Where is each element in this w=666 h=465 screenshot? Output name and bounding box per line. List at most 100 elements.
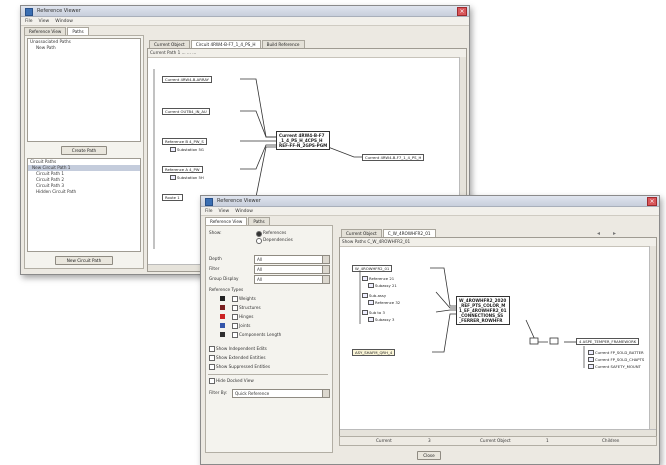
target-child[interactable]: Current FP_SOLD_BATTER [588,350,644,355]
checkbox[interactable] [209,364,215,370]
graph-subnode[interactable]: Reference 32 [368,300,400,305]
radio-label: Dependencies [263,237,293,242]
horizontal-scrollbar[interactable] [340,429,656,436]
target-node[interactable]: Current 4RW4-B-F7_1_4_PS_H [362,154,425,161]
graph-node[interactable]: Current 4RW4-B-ARRAY [162,76,213,83]
ref-type-label: Structures [239,305,261,310]
menu-window[interactable]: Window [235,209,253,214]
filter-by-select[interactable]: Quick Reference [232,389,330,398]
ref-type-label: Joints [239,323,251,328]
close-button[interactable]: Close [417,451,441,460]
option-label: Show Suppressed Entities [216,364,271,369]
graph-node[interactable]: Current OUTB4_IN_AU [162,108,210,115]
group-display-select[interactable]: All [254,275,330,284]
circuit-paths-list[interactable]: Circuit Paths New Circuit Path 1 Circuit… [27,158,141,252]
dock-label: Hide Docked View [216,378,254,383]
group-display-value: All [257,277,263,282]
radio-references[interactable] [256,231,262,237]
depth-value: All [257,257,263,262]
root-node[interactable]: W_4ROWHFR2_01 [352,265,393,272]
show-label: Show: [209,230,222,235]
close-icon[interactable]: × [647,197,657,206]
app-icon [205,198,213,206]
checkbox[interactable] [232,314,238,320]
center-node[interactable]: W_4ROWHFR2_2020 _REF_PTS_COLOR_M 1_EF_4R… [456,296,510,325]
close-icon[interactable]: × [457,7,467,16]
graph-subnode[interactable]: Sub to 3 [362,310,385,315]
option-label: Show Extended Entities [216,355,266,360]
option-label: Show Independent Edits [216,346,267,351]
divider [208,374,328,375]
graph-subnode[interactable]: Reference 21 [362,276,394,281]
unassociated-paths-list[interactable]: Unassociated Paths New Path [27,38,141,142]
radio-dependencies[interactable] [256,238,262,244]
front-left-panel: Show: References Dependencies Depth All … [205,225,333,453]
back-graph-toolbar: Current Path 1 ... ... ... [148,49,466,58]
reference-types-label: Reference Types [209,287,244,292]
graph-subnode[interactable]: Substation 5G [170,147,204,152]
status-cell: 3 [428,438,431,443]
status-cell: Current [376,438,392,443]
target-node[interactable]: 4 ASPE_TEMPER_FRAMEWORK [576,338,640,345]
front-window: Reference Viewer × File View Window Refe… [200,195,660,465]
menu-file[interactable]: File [205,209,213,214]
list-item[interactable]: New Path [28,45,140,51]
filter-by-label: Filter By: [209,390,228,395]
menu-view[interactable]: View [39,19,50,24]
back-menu-bar: File View Window [21,17,469,26]
list-item[interactable]: Hidden Circuit Path [28,189,140,195]
group-display-label: Group Display [209,276,239,281]
graph-subnode[interactable]: Subassy 3 [368,317,394,322]
depth-select[interactable]: All [254,255,330,264]
app-icon [25,8,33,16]
checkbox[interactable] [209,378,215,384]
graph-subnode[interactable]: Sub-assy [362,293,386,298]
front-graph-toolbar: Show Paths C_W_4ROWHFR2_01 [340,238,656,247]
nav-back-icon[interactable]: ◂ [597,230,600,237]
create-path-button[interactable]: Create Path [61,146,107,155]
filter-by-value: Quick Reference [235,391,270,396]
filter-select[interactable]: All [254,265,330,274]
color-swatch[interactable] [220,323,225,328]
status-bar: Current 3 Current Object 1 Children [339,436,657,446]
ref-type-label: Weights [239,296,256,301]
back-title-bar[interactable]: Reference Viewer × [21,6,469,17]
checkbox[interactable] [232,305,238,311]
target-child[interactable]: Current FP_SOLD_CHAPTS [588,357,644,362]
checkbox[interactable] [209,355,215,361]
nav-forward-icon[interactable]: ▸ [613,230,616,237]
color-swatch[interactable] [220,305,225,310]
radio-label: References [263,230,287,235]
checkbox[interactable] [232,332,238,338]
back-window-title: Reference Viewer [37,8,81,14]
status-cell: 1 [546,438,549,443]
graph-node[interactable]: Reference A 4_PW [162,166,203,173]
front-menu-bar: File View Window [201,207,659,216]
graph-node[interactable]: Reference B 4_PW_S [162,138,207,145]
front-title-bar[interactable]: Reference Viewer × [201,196,659,207]
checkbox[interactable] [232,323,238,329]
target-child[interactable]: Current SAFETY_MOUNT [588,364,641,369]
center-node[interactable]: Current 4RW4-B-F7 _1_4_PS_H_4CPS_H REF-F… [276,131,331,150]
menu-file[interactable]: File [25,19,33,24]
menu-view[interactable]: View [219,209,230,214]
graph-node[interactable]: Route 1 [162,194,183,201]
checkbox[interactable] [209,346,215,352]
ref-type-label: Hinges [239,314,254,319]
filter-value: All [257,267,263,272]
status-cell: Children [602,438,620,443]
status-cell: Current Object [480,438,511,443]
depth-label: Depth [209,256,222,261]
checkbox[interactable] [232,296,238,302]
color-swatch[interactable] [220,332,225,337]
color-swatch[interactable] [220,296,225,301]
bottom-node[interactable]: ASY_SHAFM_QRH_4 [352,349,396,356]
vertical-scrollbar[interactable] [649,246,656,430]
color-swatch[interactable] [220,314,225,319]
graph-subnode[interactable]: Subassy 21 [368,283,397,288]
graph-subnode[interactable]: Substation 5H [170,175,204,180]
menu-window[interactable]: Window [55,19,73,24]
filter-label: Filter [209,266,220,271]
new-circuit-path-button[interactable]: New Circuit Path [55,256,113,265]
front-graph-canvas[interactable]: Show Paths C_W_4ROWHFR2_01 W_4ROWHFR2_01… [339,237,657,437]
